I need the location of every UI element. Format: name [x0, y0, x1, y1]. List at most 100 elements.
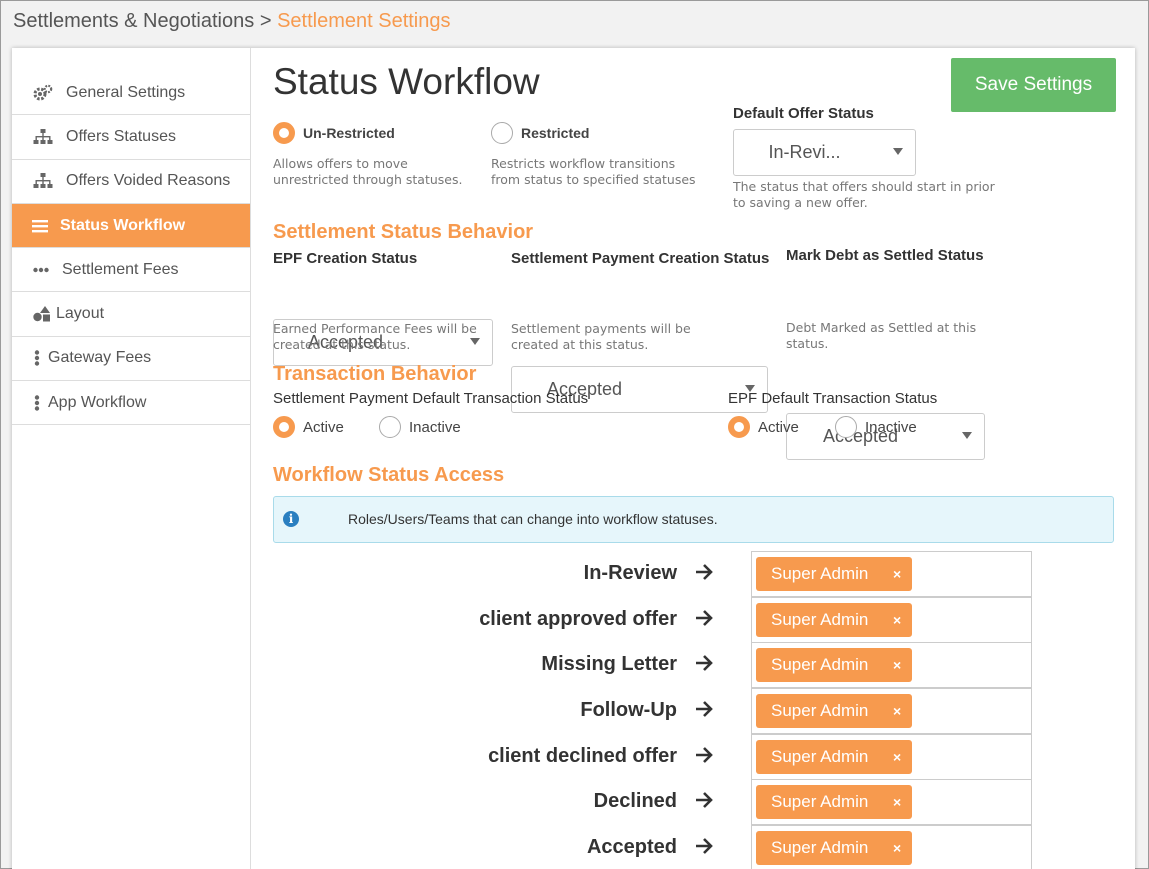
sidebar-item-settlement-fees[interactable]: Settlement Fees — [12, 248, 250, 293]
role-tag[interactable]: Super Admin × — [756, 603, 912, 637]
radio-circle[interactable] — [379, 416, 401, 438]
role-selector[interactable]: Super Admin × — [751, 597, 1032, 643]
breadcrumb-parent[interactable]: Settlements & Negotiations — [13, 10, 254, 32]
radio-restricted[interactable]: Restricted — [491, 122, 589, 144]
radio-circle-selected[interactable] — [728, 416, 750, 438]
role-tag-label: Super Admin — [771, 747, 869, 766]
role-selector[interactable]: Super Admin × — [751, 779, 1032, 825]
sidebar-item-status-workflow[interactable]: Status Workflow — [12, 203, 250, 249]
epf-default-inactive-radio[interactable]: Inactive — [835, 416, 917, 438]
sidebar-item-label: General Settings — [66, 83, 186, 101]
role-tag[interactable]: Super Admin × — [756, 831, 912, 865]
radio-label: Active — [303, 418, 344, 436]
transaction-behavior-title: Transaction Behavior — [273, 363, 477, 385]
epf-default-active-radio[interactable]: Active — [728, 416, 799, 438]
unrestricted-help: Allows offers to move unrestricted throu… — [273, 156, 463, 187]
list-icon — [32, 217, 48, 235]
role-selector[interactable]: Super Admin × — [751, 551, 1032, 597]
radio-unrestricted[interactable]: Un-Restricted — [273, 122, 395, 144]
arrow-right-icon — [696, 701, 713, 717]
info-text: Roles/Users/Teams that can change into w… — [348, 511, 718, 527]
epf-creation-status-help: Earned Performance Fees will be created … — [273, 321, 477, 352]
default-offer-status-select[interactable]: In-Revi... — [733, 129, 916, 176]
sidebar-item-offers-voided-reasons[interactable]: Offers Voided Reasons — [12, 160, 250, 204]
breadcrumb: Settlements & Negotiations > Settlement … — [13, 10, 451, 33]
radio-label: Restricted — [521, 125, 590, 141]
radio-circle[interactable] — [835, 416, 857, 438]
remove-tag-icon[interactable]: × — [893, 657, 901, 673]
role-selector[interactable]: Super Admin × — [751, 734, 1032, 780]
remove-tag-icon[interactable]: × — [893, 566, 901, 582]
workflow-row: Missing Letter Super Admin × — [273, 642, 1033, 688]
radio-circle-selected[interactable] — [273, 416, 295, 438]
radio-label: Inactive — [865, 418, 917, 436]
remove-tag-icon[interactable]: × — [893, 703, 901, 719]
remove-tag-icon[interactable]: × — [893, 749, 901, 765]
workflow-row: In-Review Super Admin × — [273, 551, 1033, 597]
role-tag-label: Super Admin — [771, 701, 869, 720]
arrow-right-icon — [696, 610, 713, 626]
remove-tag-icon[interactable]: × — [893, 840, 901, 856]
workflow-status-label: Declined — [593, 790, 677, 812]
sidebar-item-layout[interactable]: Layout — [12, 292, 250, 337]
sidebar-item-offers-statuses[interactable]: Offers Statuses — [12, 115, 250, 160]
arrow-right-icon — [696, 655, 713, 671]
workflow-status-label: Accepted — [586, 836, 677, 858]
breadcrumb-separator: > — [259, 10, 272, 32]
radio-label: Inactive — [409, 418, 461, 436]
radio-circle-selected[interactable] — [273, 122, 295, 144]
default-offer-status-help: The status that offers should start in p… — [733, 179, 995, 210]
sidebar-item-general-settings[interactable]: General Settings — [12, 71, 250, 116]
role-tag-label: Super Admin — [771, 792, 869, 811]
workflow-status-label: Follow-Up — [580, 699, 677, 721]
payment-default-transaction-label: Settlement Payment Default Transaction S… — [273, 390, 589, 407]
role-tag-label: Super Admin — [771, 610, 869, 629]
role-tag[interactable]: Super Admin × — [756, 785, 912, 819]
remove-tag-icon[interactable]: × — [893, 612, 901, 628]
role-tag[interactable]: Super Admin × — [756, 740, 912, 774]
remove-tag-icon[interactable]: × — [893, 794, 901, 810]
arrow-right-icon — [696, 838, 713, 854]
sidebar-item-app-workflow[interactable]: App Workflow — [12, 381, 250, 426]
caret-down-icon — [962, 432, 972, 439]
workflow-row: client declined offer Super Admin × — [273, 734, 1033, 780]
role-tag[interactable]: Super Admin × — [756, 557, 912, 591]
sidebar-item-label: Offers Voided Reasons — [66, 172, 231, 190]
role-tag[interactable]: Super Admin × — [756, 694, 912, 728]
role-selector[interactable]: Super Admin × — [751, 688, 1032, 734]
sidebar-item-label: Settlement Fees — [62, 260, 179, 278]
page-title: Status Workflow — [273, 61, 540, 102]
main-content: Status Workflow Save Settings Un-Restric… — [273, 48, 1123, 869]
workflow-status-access-title: Workflow Status Access — [273, 464, 505, 486]
workflow-status-label: client declined offer — [488, 745, 677, 767]
role-tag[interactable]: Super Admin × — [756, 648, 912, 682]
role-selector[interactable]: Super Admin × — [751, 825, 1032, 869]
sidebar-nav: General Settings Offers Statuses Offers … — [12, 48, 250, 426]
role-tag-label: Super Admin — [771, 655, 869, 674]
breadcrumb-current: Settlement Settings — [277, 10, 451, 32]
shapes-icon — [32, 305, 52, 323]
settlement-payment-creation-status-help: Settlement payments will be created at t… — [511, 321, 691, 352]
payment-default-active-radio[interactable]: Active — [273, 416, 344, 438]
ellipsis-horizontal-icon — [32, 261, 50, 279]
sidebar-item-gateway-fees[interactable]: Gateway Fees — [12, 337, 250, 382]
payment-default-inactive-radio[interactable]: Inactive — [379, 416, 461, 438]
sitemap-icon — [32, 172, 54, 190]
mark-debt-settled-status-help: Debt Marked as Settled at this status. — [786, 320, 977, 351]
radio-label: Active — [758, 418, 799, 436]
sidebar-item-label: Gateway Fees — [48, 349, 152, 367]
role-selector[interactable]: Super Admin × — [751, 642, 1032, 688]
sidebar: General Settings Offers Statuses Offers … — [12, 48, 251, 869]
radio-circle[interactable] — [491, 122, 513, 144]
select-value: In-Revi... — [768, 142, 841, 162]
workflow-row: client approved offer Super Admin × — [273, 597, 1033, 643]
save-settings-button[interactable]: Save Settings — [951, 58, 1116, 112]
settlement-payment-creation-status-label: Settlement Payment Creation Status — [511, 250, 770, 267]
mark-debt-settled-status-label: Mark Debt as Settled Status — [786, 247, 984, 264]
sitemap-icon — [32, 128, 54, 146]
workflow-row: Accepted Super Admin × — [273, 825, 1033, 869]
workflow-row: Declined Super Admin × — [273, 779, 1033, 825]
workflow-status-label: client approved offer — [479, 608, 677, 630]
workflow-status-label: Missing Letter — [541, 653, 677, 675]
workflow-row: Follow-Up Super Admin × — [273, 688, 1033, 734]
